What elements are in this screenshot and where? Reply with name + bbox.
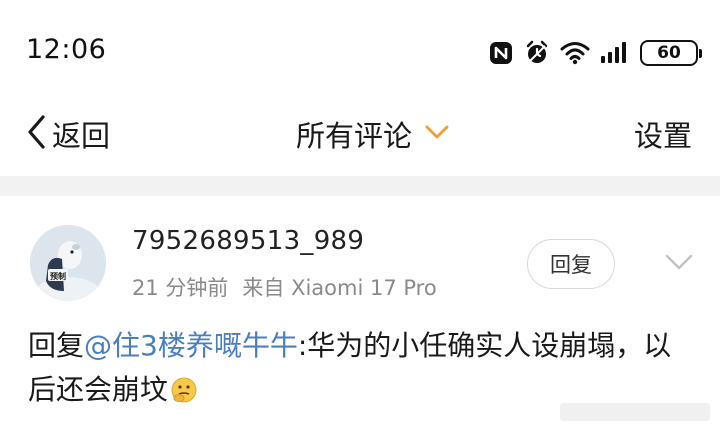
reply-button[interactable]: 回复: [527, 239, 615, 289]
more-options-chevron-icon[interactable]: [664, 253, 694, 275]
wifi-icon: [560, 41, 590, 65]
comment-filter-dropdown[interactable]: 所有评论: [296, 114, 450, 154]
signal-icon: [600, 41, 630, 65]
back-button[interactable]: 返回: [26, 114, 110, 154]
comment-source: 来自 Xiaomi 17 Pro: [242, 276, 437, 300]
status-time: 12:06: [26, 34, 107, 65]
section-divider: [0, 176, 720, 196]
mention-link[interactable]: @住3楼养嘅牛牛: [84, 329, 298, 362]
watermark: [560, 399, 710, 425]
thinking-emoji-icon: [170, 373, 198, 417]
comment-item: 预制 7952689513_989 21 分钟前 来自 Xiaomi 17 Pr…: [0, 196, 720, 433]
settings-button[interactable]: 设置: [634, 114, 692, 154]
battery-level: 60: [657, 43, 681, 63]
comment-time: 21 分钟前: [132, 276, 229, 300]
comment-meta: 21 分钟前 来自 Xiaomi 17 Pro: [132, 272, 437, 302]
reply-prefix: 回复: [28, 329, 85, 362]
nfc-icon: [488, 40, 514, 66]
username[interactable]: 7952689513_989: [132, 226, 364, 256]
avatar[interactable]: 预制: [30, 225, 106, 301]
back-label: 返回: [52, 119, 111, 153]
chevron-down-icon: [424, 124, 450, 144]
battery-icon: 60: [640, 40, 702, 66]
alarm-icon: [524, 40, 550, 66]
status-icons: 60: [488, 38, 702, 68]
status-bar: 12:06 60: [0, 0, 720, 100]
avatar-badge-text: 预制: [50, 271, 66, 281]
page-title: 所有评论: [296, 119, 413, 153]
nav-bar: 返回 所有评论 设置: [0, 100, 720, 175]
chevron-left-icon: [26, 114, 48, 154]
